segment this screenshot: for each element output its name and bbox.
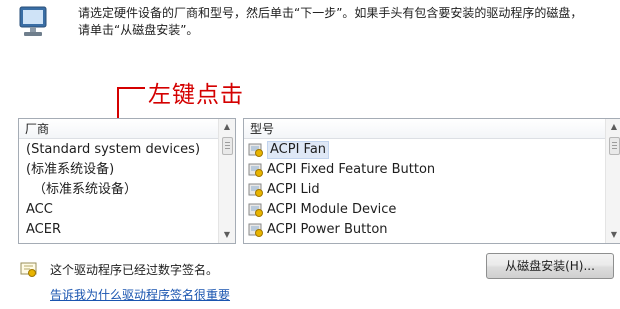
list-item-label: ACPI Lid: [267, 182, 320, 197]
list-item-label: ACPI Fixed Feature Button: [267, 162, 436, 177]
list-item[interactable]: ACPI Fixed Feature Button: [244, 160, 435, 180]
computer-monitor-icon: [14, 4, 54, 40]
signature-status-text: 这个驱动程序已经过数字签名。: [50, 263, 219, 277]
driver-device-icon: [248, 202, 264, 218]
manufacturer-scrollbar[interactable]: ▲ ▼: [218, 119, 235, 243]
instruction-line-1: 请选定硬件设备的厂商和型号，然后单击“下一步”。如果手头有包含要安装的驱动程序的…: [78, 6, 583, 20]
list-item-label: ACPI Module Device: [267, 202, 397, 217]
list-item-label: ACPI Power Button: [267, 222, 388, 237]
list-item[interactable]: (标准系统设备): [19, 160, 200, 180]
annotation-label: 左键点击: [148, 82, 244, 108]
list-item[interactable]: (Standard system devices): [19, 140, 200, 160]
model-column-header[interactable]: 型号: [244, 119, 606, 139]
manufacturer-listbox[interactable]: 厂商 (Standard system devices) (标准系统设备) （标…: [18, 118, 236, 244]
driver-device-icon: [248, 182, 264, 198]
list-item[interactable]: ACPI Module Device: [244, 200, 435, 220]
scroll-down-arrow-icon[interactable]: ▼: [606, 227, 620, 243]
have-disk-button[interactable]: 从磁盘安装(H)...: [486, 253, 614, 279]
scroll-down-arrow-icon[interactable]: ▼: [219, 227, 235, 243]
list-item[interactable]: ACPI Lid: [244, 180, 435, 200]
scroll-thumb[interactable]: [222, 137, 233, 155]
list-item[interactable]: ACER: [19, 220, 200, 240]
list-item-label: ACPI Fan: [267, 141, 330, 159]
scroll-thumb[interactable]: [609, 137, 620, 155]
list-item[interactable]: ACPI Fan: [244, 140, 435, 160]
certificate-icon: [20, 262, 38, 278]
driver-device-icon: [248, 142, 264, 158]
list-item[interactable]: ACC: [19, 200, 200, 220]
list-item[interactable]: （标准系统设备）: [19, 180, 200, 200]
driver-signing-link[interactable]: 告诉我为什么驱动程序签名很重要: [50, 286, 230, 303]
model-scrollbar[interactable]: ▲ ▼: [605, 119, 620, 243]
driver-device-icon: [248, 162, 264, 178]
model-listbox[interactable]: 型号 ACPI Fan ACPI Fixed Feature Button AC…: [243, 118, 620, 244]
instruction-line-2: 请单击“从磁盘安装”。: [78, 23, 199, 37]
scroll-up-arrow-icon[interactable]: ▲: [606, 119, 620, 135]
manufacturer-column-header[interactable]: 厂商: [19, 119, 219, 139]
scroll-up-arrow-icon[interactable]: ▲: [219, 119, 235, 135]
list-item[interactable]: ACPI Power Button: [244, 220, 435, 240]
driver-device-icon: [248, 222, 264, 238]
